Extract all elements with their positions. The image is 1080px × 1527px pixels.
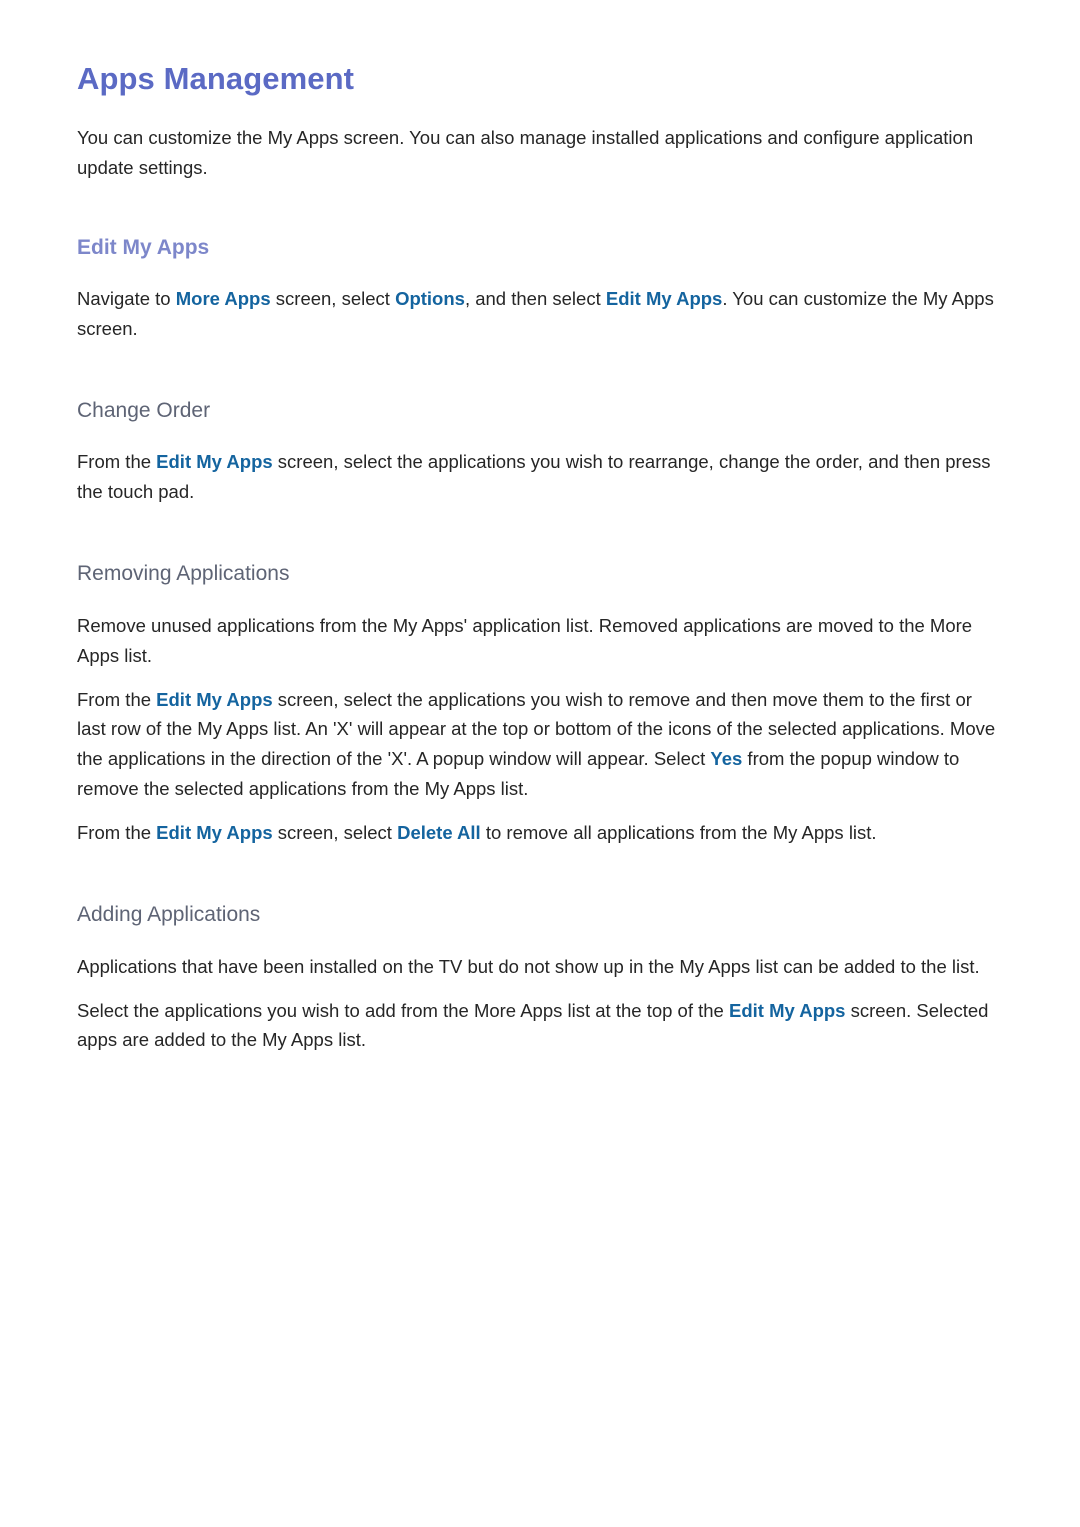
paragraph-text: screen, select — [272, 822, 398, 844]
ui-term-highlight[interactable]: Delete All — [397, 822, 481, 843]
body-paragraph: Select the applications you wish to add … — [77, 996, 997, 1056]
paragraph-text: screen, select — [270, 288, 396, 310]
ui-term-highlight[interactable]: Yes — [710, 748, 742, 769]
ui-term-highlight[interactable]: Edit My Apps — [156, 451, 272, 472]
paragraph-text: Applications that have been installed on… — [77, 955, 980, 977]
sub-section-heading: Removing Applications — [77, 562, 290, 586]
paragraph-text: Select the applications you wish to add … — [77, 999, 729, 1021]
ui-term-highlight[interactable]: Edit My Apps — [156, 689, 272, 710]
paragraph-text: From the — [77, 688, 157, 710]
document-section: Adding Applications Applications that hav… — [77, 902, 999, 1055]
sub-section-heading: Adding Applications — [77, 903, 261, 927]
body-paragraph: From the Edit My Apps screen, select Del… — [77, 818, 997, 848]
paragraph-text: Remove unused applications from the My A… — [77, 614, 973, 666]
ui-term-highlight[interactable]: Edit My Apps — [606, 288, 722, 309]
intro-paragraph: You can customize the My Apps screen. Yo… — [77, 127, 974, 179]
document-section: Removing Applications Remove unused appli… — [77, 561, 999, 848]
body-paragraph: From the Edit My Apps screen, select the… — [77, 447, 997, 507]
paragraph-text: , and then select — [464, 288, 606, 310]
paragraph-text: to remove all applications from the My A… — [480, 822, 877, 844]
ui-term-highlight[interactable]: Edit My Apps — [156, 822, 272, 843]
body-paragraph: Applications that have been installed on… — [77, 952, 997, 982]
ui-term-highlight[interactable]: Options — [395, 288, 465, 309]
body-paragraph: From the Edit My Apps screen, select the… — [77, 685, 997, 805]
ui-term-highlight[interactable]: More Apps — [176, 288, 271, 309]
document-page: Apps Management You can customize the My… — [0, 0, 1080, 1527]
paragraph-text: Navigate to — [77, 288, 176, 310]
sections-container: Edit My Apps Navigate to More Apps screen… — [77, 235, 999, 1055]
body-paragraph: Remove unused applications from the My A… — [77, 611, 997, 671]
ui-term-highlight[interactable]: Edit My Apps — [729, 1000, 845, 1021]
sub-section-heading: Change Order — [77, 399, 211, 423]
document-content: Apps Management You can customize the My… — [77, 60, 999, 1055]
section-heading: Edit My Apps — [77, 236, 210, 260]
paragraph-text: From the — [77, 822, 157, 844]
page-title: Apps Management — [77, 61, 355, 96]
body-paragraph: Navigate to More Apps screen, select Opt… — [77, 284, 997, 344]
document-section: Change Order From the Edit My Apps screen… — [77, 398, 999, 507]
document-section: Edit My Apps Navigate to More Apps screen… — [77, 235, 999, 344]
paragraph-text: From the — [77, 451, 157, 473]
